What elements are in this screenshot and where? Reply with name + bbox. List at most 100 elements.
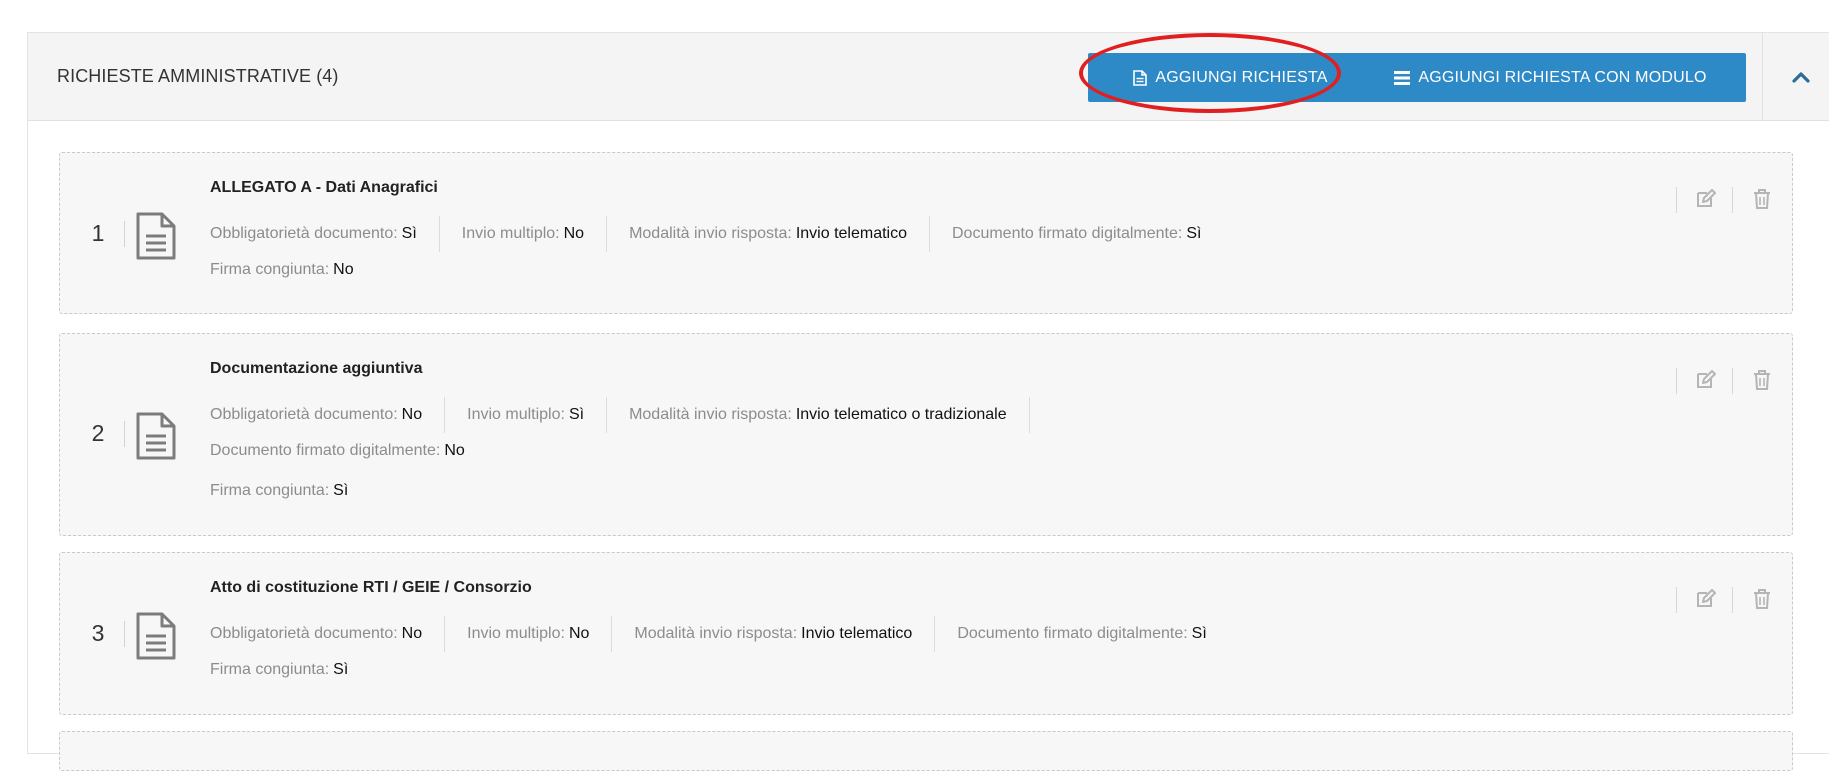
attribute-label: Firma congiunta:: [210, 661, 330, 678]
attribute-label: Obbligatorietà documento:: [210, 406, 398, 423]
request-title: Atto di costituzione RTI / GEIE / Consor…: [210, 579, 532, 596]
panel-header: RICHIESTE AMMINISTRATIVE (4) AGGIUNGI RI…: [28, 33, 1829, 121]
attribute-value: Sì: [333, 482, 349, 499]
joint-signature-attribute: Firma congiunta: Sì: [210, 661, 348, 679]
action-divider: [1732, 587, 1733, 613]
attribute-value: Sì: [401, 225, 417, 242]
attribute-divider: [444, 397, 446, 433]
attribute-value: No: [401, 625, 423, 642]
attribute-label: Modalità invio risposta:: [629, 406, 792, 423]
response-mode-attribute: Modalità invio risposta: Invio telematic…: [629, 225, 907, 243]
request-attributes-row: Firma congiunta: No: [210, 261, 354, 279]
mandatory-attribute: Obbligatorietà documento: No: [210, 406, 422, 424]
number-divider: [124, 221, 125, 247]
attribute-divider: [438, 216, 440, 252]
document-icon: [136, 212, 176, 260]
file-text-icon: [1133, 69, 1148, 86]
request-card: 2 Documentazione aggiuntiva Obbligatorie…: [59, 333, 1793, 536]
action-divider: [1676, 587, 1677, 613]
attribute-value: No: [568, 625, 590, 642]
add-request-button[interactable]: AGGIUNGI RICHIESTA: [1088, 53, 1373, 102]
chevron-up-icon: [1791, 71, 1810, 83]
attribute-divider: [1028, 397, 1030, 433]
number-divider: [124, 621, 125, 647]
attribute-divider: [611, 616, 613, 652]
request-card: 1 ALLEGATO A - Dati Anagrafici Obbligato…: [59, 152, 1793, 314]
attribute-divider: [606, 216, 608, 252]
multiple-send-attribute: Invio multiplo: No: [467, 625, 589, 643]
add-request-with-module-button[interactable]: AGGIUNGI RICHIESTA CON MODULO: [1355, 53, 1746, 102]
edit-icon[interactable]: [1694, 588, 1716, 610]
multiple-send-attribute: Invio multiplo: Sì: [467, 406, 584, 424]
request-attributes-row: Obbligatorietà documento: Sì Invio multi…: [210, 216, 1201, 252]
attribute-label: Modalità invio risposta:: [629, 225, 792, 242]
mandatory-attribute: Obbligatorietà documento: Sì: [210, 225, 417, 243]
request-card: [59, 731, 1793, 771]
attribute-label: Firma congiunta:: [210, 261, 330, 278]
document-icon: [136, 612, 176, 660]
attribute-value: No: [444, 442, 465, 459]
list-icon: [1394, 70, 1411, 85]
attribute-label: Documento firmato digitalmente:: [952, 225, 1183, 242]
panel-title: RICHIESTE AMMINISTRATIVE (4): [57, 66, 339, 86]
digital-signature-attribute: Documento firmato digitalmente: Sì: [952, 225, 1201, 243]
attribute-divider: [606, 397, 608, 433]
digital-signature-attribute: Documento firmato digitalmente: No: [210, 442, 465, 460]
attribute-value: No: [401, 406, 423, 423]
digital-signature-attribute: Documento firmato digitalmente: Sì: [957, 625, 1206, 643]
request-actions: [1662, 366, 1792, 396]
attribute-value: Invio telematico: [795, 225, 907, 242]
attribute-value: Sì: [333, 661, 349, 678]
request-actions: [1662, 185, 1792, 215]
attribute-label: Invio multiplo:: [467, 406, 565, 423]
request-attributes-row: Firma congiunta: Sì: [210, 482, 348, 500]
add-request-label: AGGIUNGI RICHIESTA: [1155, 68, 1328, 86]
attribute-label: Obbligatorietà documento:: [210, 225, 398, 242]
attribute-label: Obbligatorietà documento:: [210, 625, 398, 642]
attribute-value: Sì: [1186, 225, 1202, 242]
request-attributes-row: Documento firmato digitalmente: No: [210, 442, 465, 460]
add-request-with-module-label: AGGIUNGI RICHIESTA CON MODULO: [1418, 68, 1707, 86]
attribute-label: Firma congiunta:: [210, 482, 330, 499]
number-divider: [124, 421, 125, 447]
attribute-value: No: [333, 261, 354, 278]
request-actions: [1662, 585, 1792, 615]
attribute-value: Sì: [1191, 625, 1207, 642]
attribute-label: Invio multiplo:: [467, 625, 565, 642]
multiple-send-attribute: Invio multiplo: No: [462, 225, 584, 243]
request-attributes-row: Firma congiunta: Sì: [210, 661, 348, 679]
attribute-label: Documento firmato digitalmente:: [957, 625, 1188, 642]
edit-icon[interactable]: [1694, 188, 1716, 210]
collapse-toggle[interactable]: [1762, 33, 1829, 120]
response-mode-attribute: Modalità invio risposta: Invio telematic…: [629, 406, 1007, 424]
joint-signature-attribute: Firma congiunta: No: [210, 261, 354, 279]
request-number: 2: [91, 420, 105, 446]
attribute-divider: [934, 616, 936, 652]
attribute-label: Modalità invio risposta:: [634, 625, 798, 642]
action-divider: [1732, 368, 1733, 394]
request-title: Documentazione aggiuntiva: [210, 360, 423, 377]
request-attributes-row: Obbligatorietà documento: No Invio multi…: [210, 616, 1207, 652]
request-attributes-row: Obbligatorietà documento: No Invio multi…: [210, 397, 1052, 433]
attribute-value: No: [563, 225, 585, 242]
trash-icon[interactable]: [1752, 369, 1772, 391]
request-title: ALLEGATO A - Dati Anagrafici: [210, 179, 438, 196]
attribute-label: Invio multiplo:: [461, 225, 560, 242]
action-divider: [1676, 187, 1677, 213]
trash-icon[interactable]: [1752, 188, 1772, 210]
request-card: 3 Atto di costituzione RTI / GEIE / Cons…: [59, 552, 1793, 715]
attribute-divider: [444, 616, 446, 652]
mandatory-attribute: Obbligatorietà documento: No: [210, 625, 422, 643]
attribute-value: Invio telematico o tradizionale: [795, 406, 1007, 423]
action-divider: [1732, 187, 1733, 213]
trash-icon[interactable]: [1752, 588, 1772, 610]
action-divider: [1676, 368, 1677, 394]
attribute-divider: [929, 216, 930, 252]
joint-signature-attribute: Firma congiunta: Sì: [210, 482, 348, 500]
attribute-label: Documento firmato digitalmente:: [210, 442, 441, 459]
attribute-value: Sì: [568, 406, 585, 423]
attribute-value: Invio telematico: [801, 625, 913, 642]
edit-icon[interactable]: [1694, 369, 1716, 391]
document-icon: [136, 412, 176, 460]
request-number: 3: [91, 620, 105, 646]
